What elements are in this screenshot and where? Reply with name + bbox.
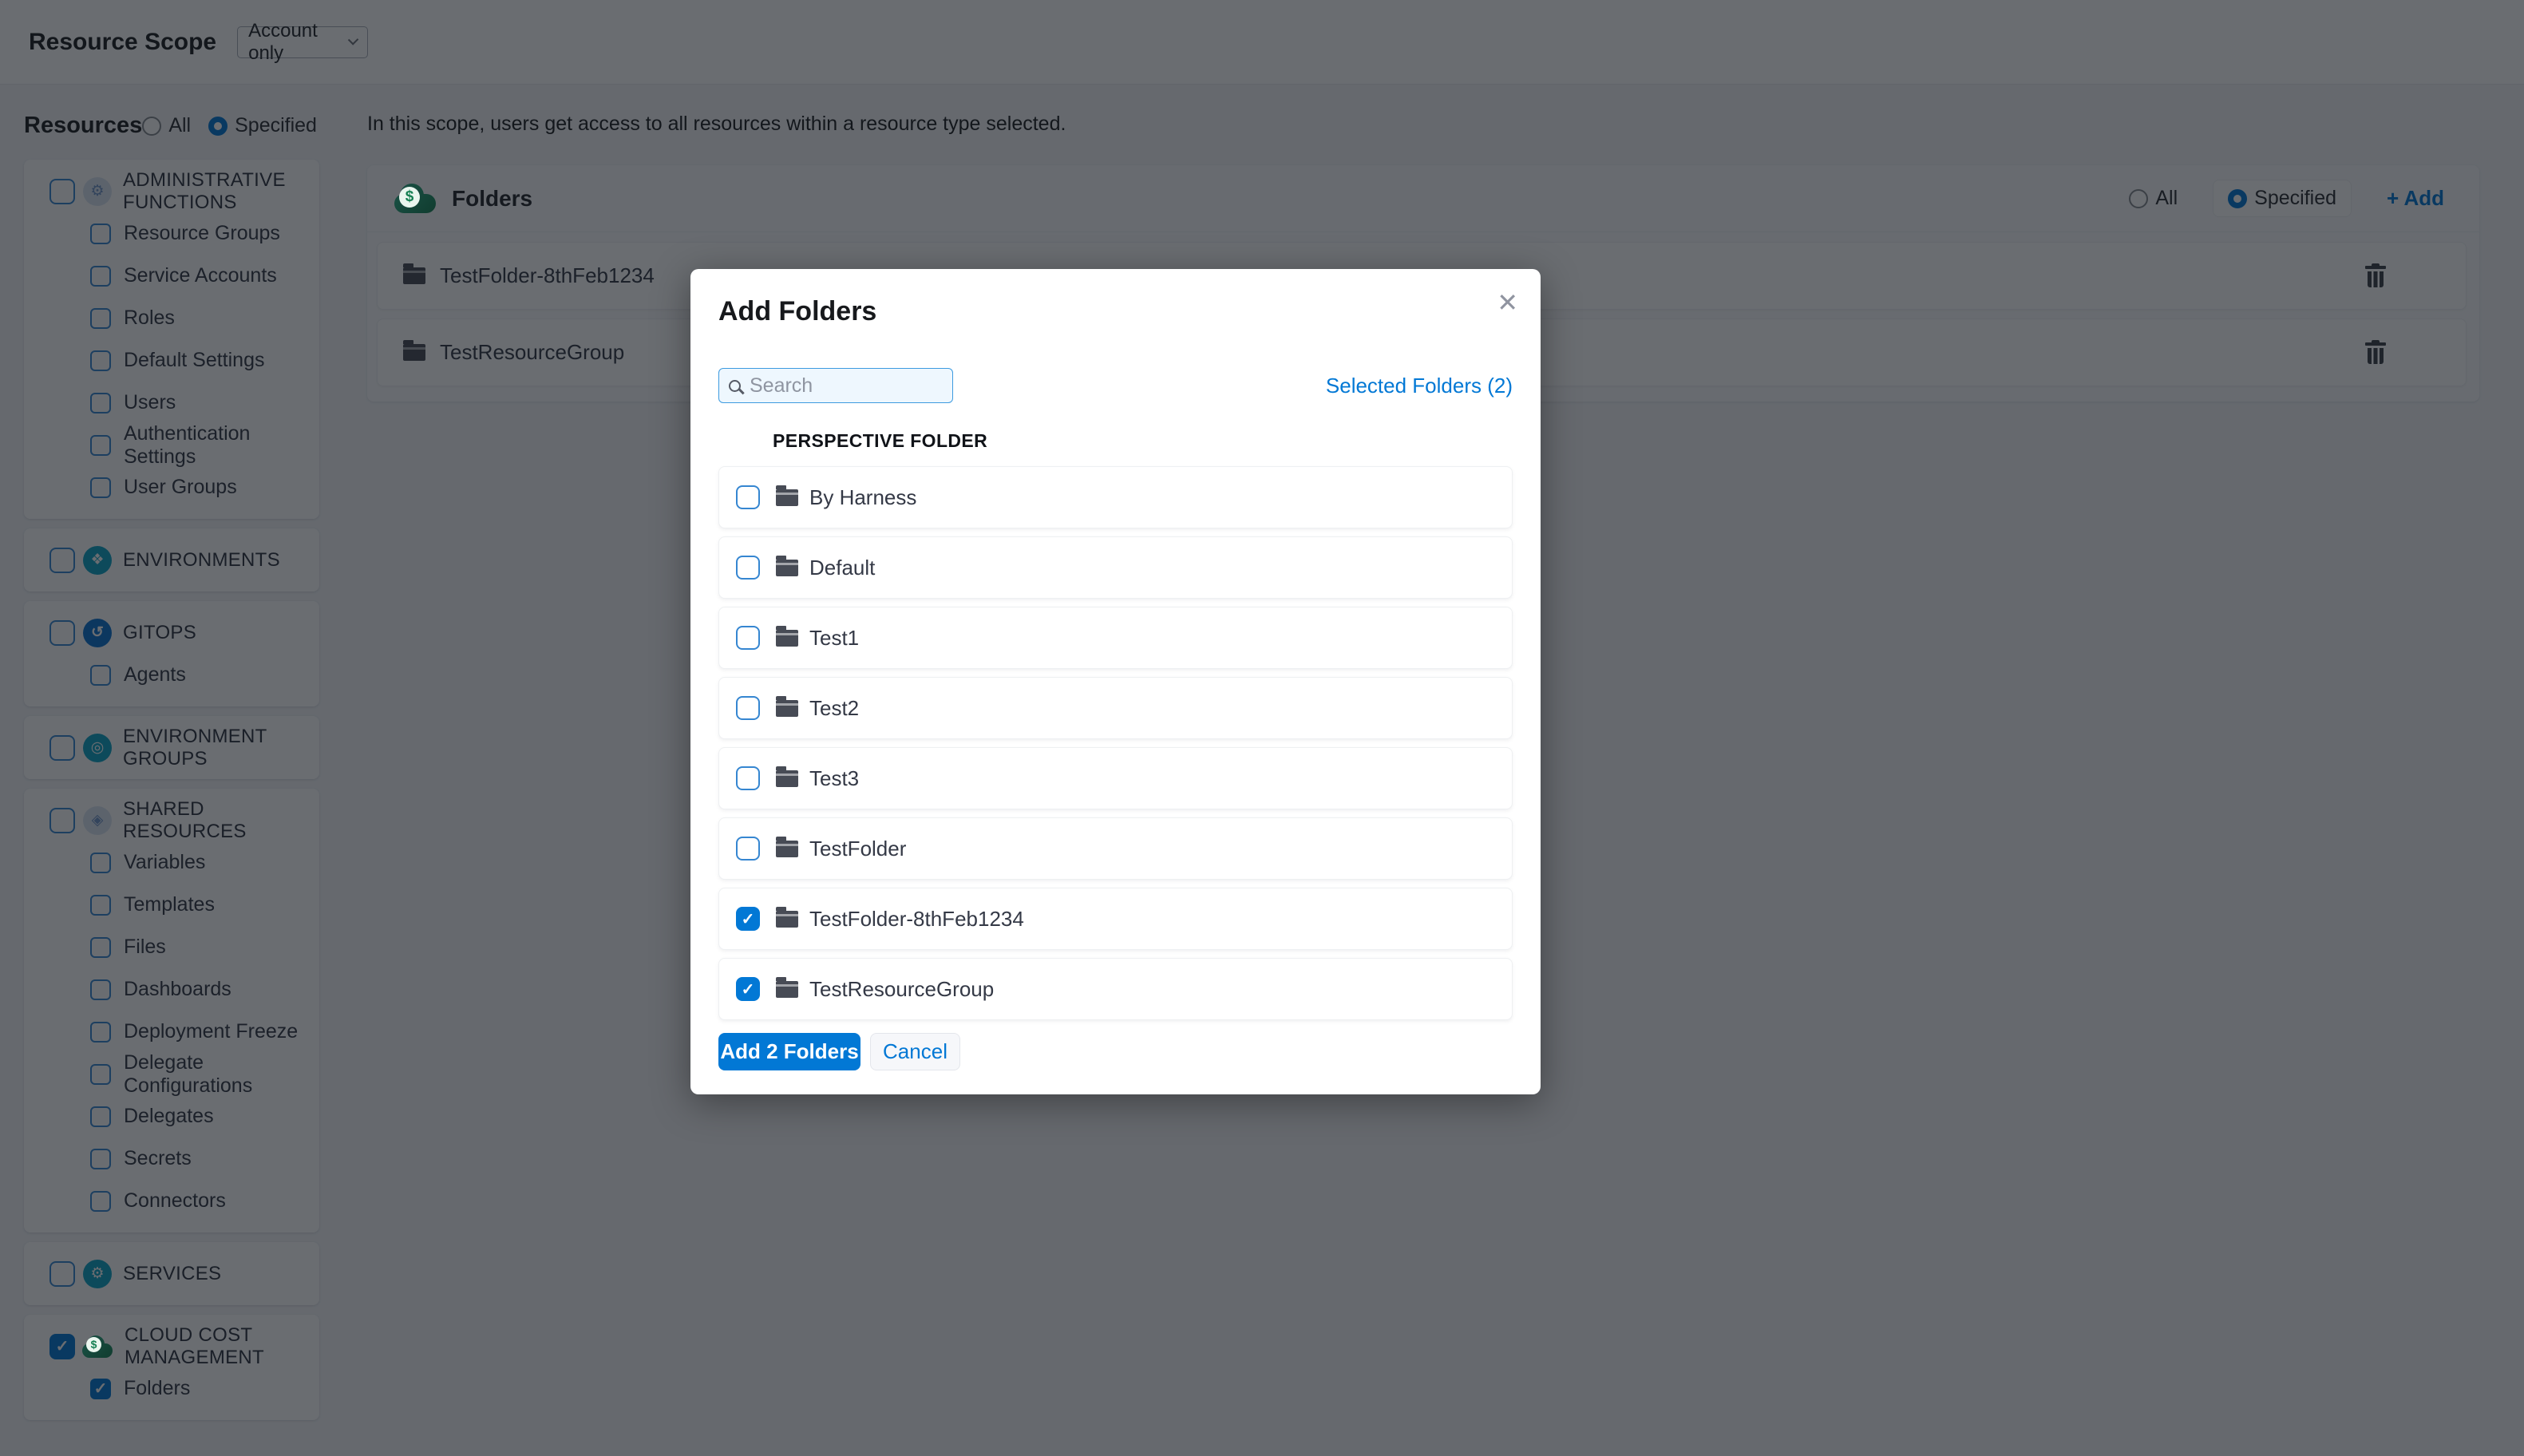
search-icon	[729, 379, 741, 392]
dollar-icon: $	[86, 1336, 101, 1352]
add-folders-button[interactable]: Add 2 Folders	[718, 1033, 860, 1070]
add-folders-modal: Add Folders ✕ Selected Folders (2) PERSP…	[690, 269, 1541, 1094]
dollar-icon: $	[399, 186, 420, 208]
folder-name: By Harness	[809, 485, 917, 509]
folder-icon	[776, 695, 798, 717]
search-input[interactable]	[750, 374, 943, 398]
search-box[interactable]	[718, 368, 953, 403]
folder-name: Default	[809, 555, 876, 580]
folder-checkbox[interactable]	[736, 837, 760, 861]
list-item[interactable]: TestResourceGroup	[718, 958, 1513, 1020]
folder-checkbox[interactable]	[736, 977, 760, 1001]
folder-name: Test3	[809, 766, 860, 790]
list-item[interactable]: Test3	[718, 747, 1513, 809]
list-item[interactable]: By Harness	[718, 466, 1513, 528]
folder-name: TestResourceGroup	[809, 976, 995, 1001]
folder-name: TestFolder-8thFeb1234	[809, 906, 1024, 931]
modal-search-row: Selected Folders (2)	[718, 368, 1513, 403]
close-icon[interactable]: ✕	[1497, 290, 1518, 315]
folder-icon	[776, 485, 798, 506]
list-item[interactable]: Test1	[718, 607, 1513, 669]
folder-checkbox[interactable]	[736, 696, 760, 720]
folder-name: Test1	[809, 625, 860, 650]
modal-folder-list: By Harness Default Test1 Test2 Test3 Tes…	[718, 466, 1513, 1020]
folder-icon	[776, 836, 798, 857]
modal-actions: Add 2 Folders Cancel	[718, 1033, 1513, 1070]
list-item[interactable]: TestFolder	[718, 817, 1513, 880]
folder-icon	[776, 625, 798, 647]
folder-icon	[776, 555, 798, 576]
folder-checkbox[interactable]	[736, 907, 760, 931]
folder-checkbox[interactable]	[736, 556, 760, 580]
folder-icon	[776, 766, 798, 787]
list-item[interactable]: Default	[718, 536, 1513, 599]
folder-icon	[776, 976, 798, 998]
folder-name: Test2	[809, 695, 860, 720]
folder-checkbox[interactable]	[736, 766, 760, 790]
modal-title: Add Folders	[718, 296, 877, 326]
list-item[interactable]: TestFolder-8thFeb1234	[718, 888, 1513, 950]
folder-checkbox[interactable]	[736, 485, 760, 509]
column-header: PERSPECTIVE FOLDER	[773, 430, 988, 451]
cancel-button[interactable]: Cancel	[870, 1033, 960, 1070]
folder-icon	[776, 906, 798, 928]
selected-folders-link[interactable]: Selected Folders (2)	[1326, 374, 1513, 398]
folder-name: TestFolder	[809, 836, 907, 861]
list-item[interactable]: Test2	[718, 677, 1513, 739]
folder-checkbox[interactable]	[736, 626, 760, 650]
